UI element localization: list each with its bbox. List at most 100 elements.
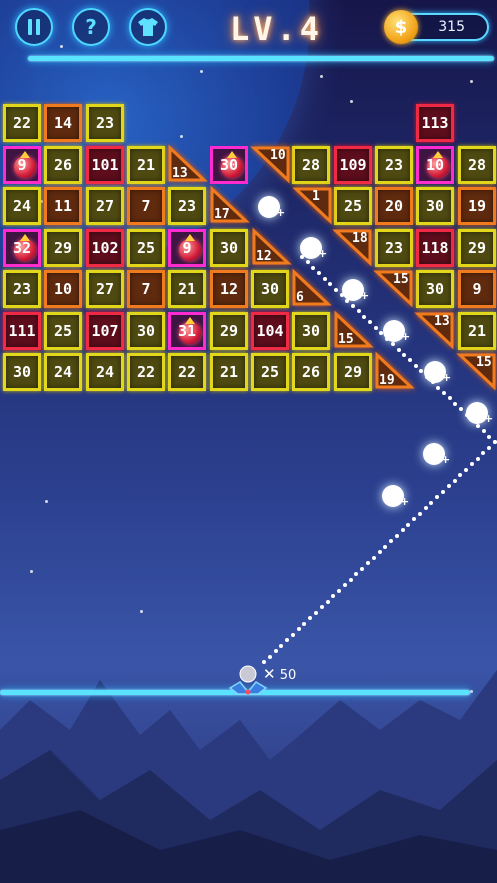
brick-value: 23 (95, 114, 115, 132)
brick-value: 30 (425, 280, 445, 298)
brick: 7 (127, 187, 165, 225)
game-stage: { "header": { "pause_icon": "pause-icon"… (0, 0, 497, 883)
brick: 29 (458, 229, 496, 267)
coin-count: 315 (438, 19, 465, 35)
brick-value: 109 (339, 156, 367, 174)
aim-dot (412, 517, 417, 521)
powerup-brick: 10 (416, 146, 454, 184)
aim-dot (396, 347, 401, 352)
plus-icon: + (441, 453, 451, 466)
brick-value: 7 (141, 197, 151, 215)
brick-value: 10 (53, 280, 73, 298)
brick: 102 (86, 229, 124, 267)
brick-value: 9 (182, 239, 192, 257)
brick: 22 (127, 353, 165, 391)
powerup-brick: 9 (168, 229, 206, 267)
ball-launcher[interactable] (228, 662, 268, 696)
brick-value: 23 (12, 280, 32, 298)
brick-value: 25 (53, 322, 73, 340)
star (350, 100, 353, 103)
brick: 9 (458, 270, 496, 308)
star (180, 135, 183, 138)
aim-dot (300, 255, 304, 259)
brick-value: 28 (301, 156, 321, 174)
aim-dot (487, 445, 492, 450)
aim-dot (469, 462, 474, 466)
aim-dot (360, 566, 365, 571)
brick-value: 29 (219, 322, 239, 340)
brick: 22 (168, 353, 206, 391)
brick: 21 (168, 270, 206, 308)
triangle-brick: 13 (168, 144, 208, 182)
brick: 21 (458, 312, 496, 350)
plus-icon: + (401, 330, 411, 343)
brick: 24 (44, 353, 82, 391)
powerup-brick: 31 (168, 312, 206, 350)
aim-dot (464, 412, 469, 417)
star (30, 570, 33, 573)
aim-dot (453, 401, 458, 406)
brick-value: 25 (343, 197, 363, 215)
aim-dot (493, 440, 497, 444)
brick-value: 15 (476, 355, 492, 370)
aim-dot (377, 550, 382, 554)
aim-dot (285, 638, 290, 642)
aim-dot (481, 429, 486, 434)
aim-dot (452, 478, 457, 483)
aim-dot (302, 621, 307, 626)
brick-value: 21 (136, 156, 156, 174)
brick: 26 (44, 146, 82, 184)
aim-dot (348, 577, 353, 582)
aim-dot (487, 434, 492, 439)
brick-value: 30 (136, 322, 156, 340)
star (470, 80, 473, 83)
brick: 30 (292, 312, 330, 350)
triangle-brick: 15 (334, 310, 374, 348)
brick: 29 (334, 353, 372, 391)
brick: 104 (251, 312, 289, 350)
brick-value: 107 (91, 322, 119, 340)
aim-dot (430, 380, 435, 385)
aim-dot (351, 303, 356, 308)
aim-dot (337, 588, 342, 593)
brick-value: 24 (53, 363, 73, 381)
aim-dot (435, 495, 440, 499)
brick-value: 118 (421, 239, 449, 257)
aim-dot (406, 522, 411, 527)
brick: 14 (44, 104, 82, 142)
aim-dot (423, 506, 428, 510)
brick-value: 26 (53, 156, 73, 174)
brick: 25 (251, 353, 289, 391)
brick-value: 23 (177, 197, 197, 215)
aim-dot (458, 407, 463, 412)
aim-dot (390, 342, 395, 347)
triangle-brick: 12 (252, 227, 292, 265)
aim-dot (447, 396, 452, 401)
triangle-brick: 1 (292, 187, 332, 225)
brick: 109 (334, 146, 372, 184)
brick: 29 (44, 229, 82, 267)
brick: 29 (210, 312, 248, 350)
aim-dot (441, 391, 446, 396)
brick-value: 13 (434, 314, 450, 329)
aim-dot (424, 374, 429, 379)
aim-dot (319, 605, 324, 609)
brick-value: 24 (95, 363, 115, 381)
aim-dot (475, 456, 480, 461)
brick: 22 (3, 104, 41, 142)
brick-value: 30 (219, 239, 239, 257)
aim-dot (290, 632, 295, 637)
brick-value: 19 (379, 373, 395, 388)
coin-icon: $ (384, 10, 418, 44)
pause-button[interactable] (15, 8, 53, 46)
skins-button[interactable] (129, 8, 167, 46)
brick-value: 6 (296, 290, 304, 305)
brick-value: 27 (95, 280, 115, 298)
triangle-brick: 13 (414, 312, 454, 350)
brick-value: 24 (12, 197, 32, 215)
brick: 10 (44, 270, 82, 308)
star (45, 500, 48, 503)
help-button[interactable]: ? (72, 8, 110, 46)
brick-value: 26 (301, 363, 321, 381)
aim-dot (273, 649, 278, 653)
